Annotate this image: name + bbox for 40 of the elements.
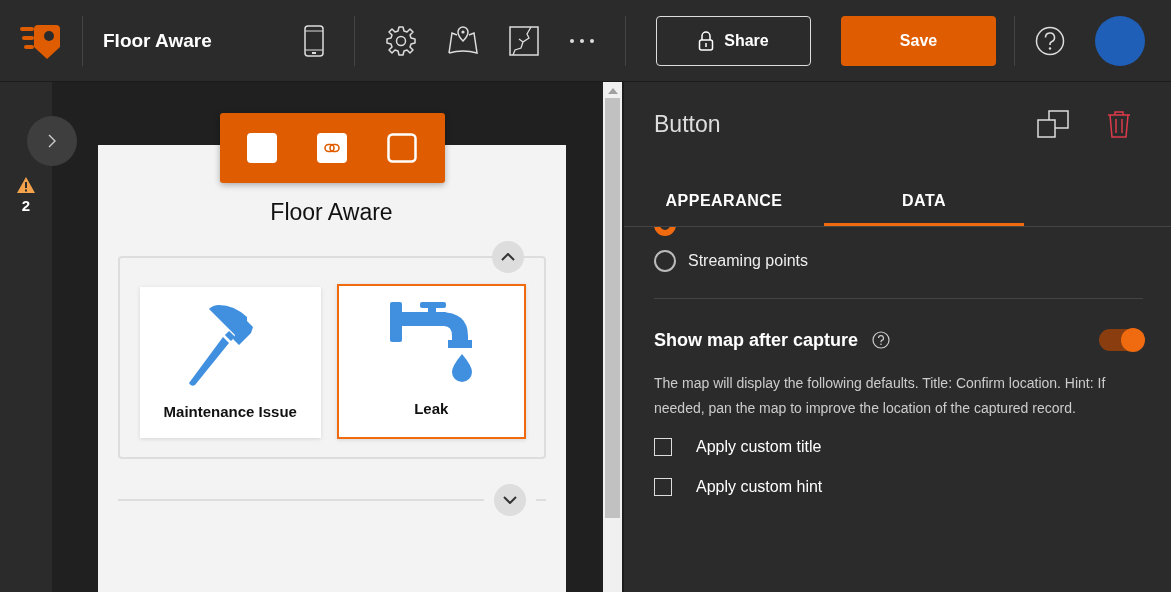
settings-icon[interactable] [385, 24, 417, 57]
warning-icon[interactable] [16, 176, 36, 194]
setting-label: Show map after capture [654, 329, 859, 351]
radio-label: Streaming points [688, 252, 809, 270]
checkbox[interactable] [654, 478, 672, 496]
scrollbar[interactable] [603, 82, 622, 592]
save-button[interactable]: Save [841, 15, 996, 66]
choice-card[interactable]: Leak [337, 284, 526, 439]
app-title: Floor Aware [103, 29, 212, 52]
duplicate-icon[interactable] [1037, 110, 1069, 138]
map-pin-icon[interactable] [447, 24, 479, 57]
more-icon[interactable] [569, 37, 595, 44]
chevron-right-icon [48, 134, 56, 148]
expand-button[interactable] [493, 484, 526, 516]
trash-icon[interactable] [1107, 110, 1131, 138]
tab[interactable]: DATA [824, 188, 1024, 226]
help-icon[interactable] [1035, 25, 1065, 56]
chevron-down-icon [502, 496, 517, 504]
toggle-switch[interactable] [1099, 329, 1143, 351]
checkbox-label: Apply custom title [696, 438, 822, 456]
checkbox-label: Apply custom hint [696, 478, 823, 496]
choice-card[interactable]: Maintenance Issue [139, 287, 321, 438]
chevron-up-icon [500, 253, 515, 261]
tab[interactable]: APPEARANCE [624, 188, 824, 226]
square-outline-icon[interactable] [386, 133, 417, 163]
warning-count: 2 [21, 197, 31, 214]
collapse-button[interactable] [491, 241, 524, 273]
share-button[interactable]: Share [656, 15, 811, 66]
form-title: Floor Aware [270, 199, 393, 226]
map-icon[interactable] [509, 25, 539, 56]
lock-icon [698, 30, 715, 51]
link-icon[interactable] [317, 133, 347, 163]
setting-description: The map will display the following defaults. Title: Confirm location. Hint: If needed, pan the map to improve the location of the captured record. [654, 374, 1107, 418]
checkbox[interactable] [654, 438, 672, 456]
faucet-icon [390, 302, 473, 384]
panel-title: Button [654, 110, 722, 138]
radio-button[interactable] [654, 250, 676, 272]
help-icon[interactable] [872, 331, 891, 349]
square-icon[interactable] [247, 133, 278, 163]
phone-icon[interactable] [304, 24, 324, 57]
